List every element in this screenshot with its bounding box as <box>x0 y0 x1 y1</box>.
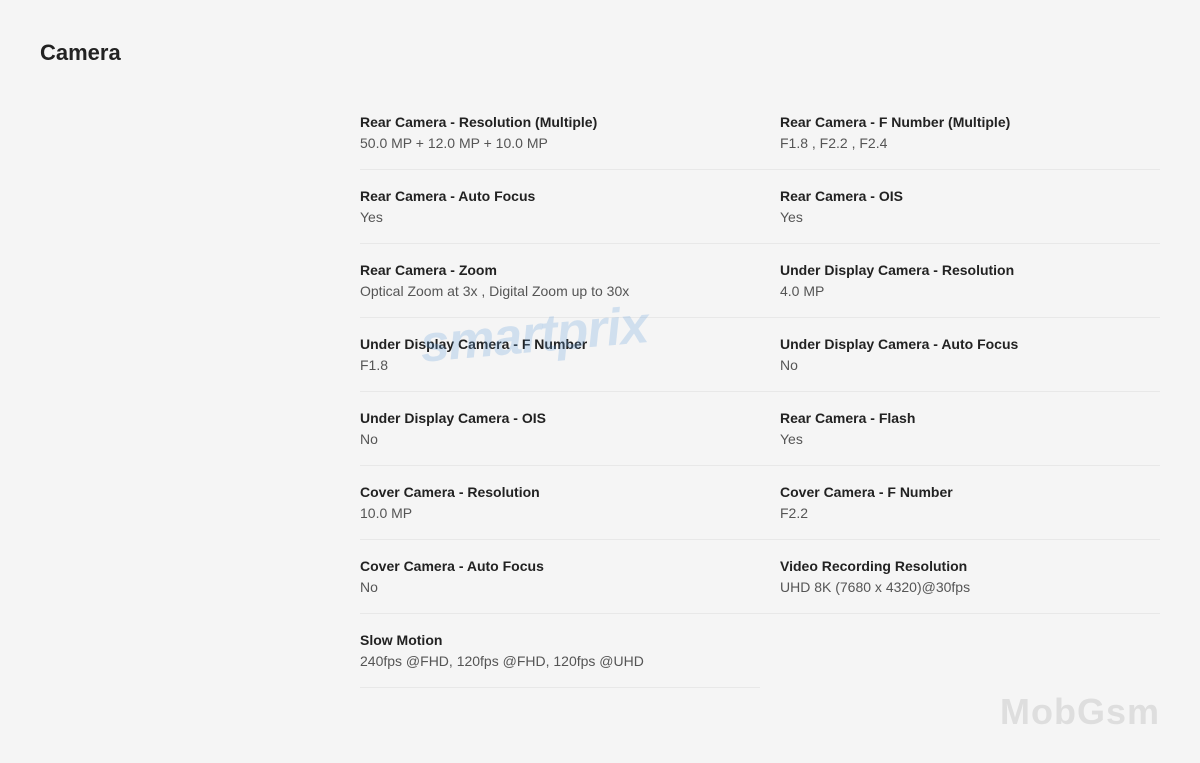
spec-label: Slow Motion <box>360 632 740 648</box>
spec-value: No <box>360 579 740 595</box>
spec-value: F1.8 <box>360 357 740 373</box>
spec-value: Optical Zoom at 3x , Digital Zoom up to … <box>360 283 740 299</box>
spec-label: Under Display Camera - Resolution <box>780 262 1140 278</box>
spec-item: Rear Camera - Flash Yes <box>760 392 1160 466</box>
spec-label: Video Recording Resolution <box>780 558 1140 574</box>
spec-label: Rear Camera - OIS <box>780 188 1140 204</box>
spec-label: Under Display Camera - Auto Focus <box>780 336 1140 352</box>
spec-item: Under Display Camera - Auto Focus No <box>760 318 1160 392</box>
watermark-mobgsm: MobGsm <box>1000 691 1160 733</box>
spec-value: No <box>780 357 1140 373</box>
spec-value: UHD 8K (7680 x 4320)@30fps <box>780 579 1140 595</box>
spec-value: F1.8 , F2.2 , F2.4 <box>780 135 1140 151</box>
spec-value: 50.0 MP + 12.0 MP + 10.0 MP <box>360 135 740 151</box>
spec-value: No <box>360 431 740 447</box>
spec-value: Yes <box>780 431 1140 447</box>
spec-value: 240fps @FHD, 120fps @FHD, 120fps @UHD <box>360 653 740 669</box>
spec-item: Cover Camera - Resolution 10.0 MP <box>360 466 760 540</box>
spec-label: Cover Camera - F Number <box>780 484 1140 500</box>
spec-label: Rear Camera - F Number (Multiple) <box>780 114 1140 130</box>
spec-value: 10.0 MP <box>360 505 740 521</box>
spec-item: Rear Camera - OIS Yes <box>760 170 1160 244</box>
spec-value: Yes <box>780 209 1140 225</box>
spec-item: Cover Camera - Auto Focus No <box>360 540 760 614</box>
spec-item: Under Display Camera - F Number F1.8 <box>360 318 760 392</box>
spec-label: Rear Camera - Zoom <box>360 262 740 278</box>
specs-grid: Rear Camera - Resolution (Multiple) 50.0 … <box>360 96 1160 688</box>
spec-value: Yes <box>360 209 740 225</box>
spec-item: Cover Camera - F Number F2.2 <box>760 466 1160 540</box>
spec-item: Under Display Camera - Resolution 4.0 MP <box>760 244 1160 318</box>
spec-item: Under Display Camera - OIS No <box>360 392 760 466</box>
section-title: Camera <box>40 40 1160 66</box>
spec-label: Rear Camera - Resolution (Multiple) <box>360 114 740 130</box>
spec-label: Rear Camera - Flash <box>780 410 1140 426</box>
spec-label: Rear Camera - Auto Focus <box>360 188 740 204</box>
spec-label: Cover Camera - Auto Focus <box>360 558 740 574</box>
spec-item: Video Recording Resolution UHD 8K (7680 x… <box>760 540 1160 614</box>
spec-value: F2.2 <box>780 505 1140 521</box>
spec-item: Slow Motion 240fps @FHD, 120fps @FHD, 120… <box>360 614 760 688</box>
spec-item: Rear Camera - Auto Focus Yes <box>360 170 760 244</box>
spec-item: Rear Camera - F Number (Multiple) F1.8 , … <box>760 96 1160 170</box>
spec-value: 4.0 MP <box>780 283 1140 299</box>
spec-label: Cover Camera - Resolution <box>360 484 740 500</box>
spec-item: Rear Camera - Zoom Optical Zoom at 3x , D… <box>360 244 760 318</box>
page: Camera Rear Camera - Resolution (Multipl… <box>0 0 1200 763</box>
spec-label: Under Display Camera - F Number <box>360 336 740 352</box>
spec-label: Under Display Camera - OIS <box>360 410 740 426</box>
spec-item: Rear Camera - Resolution (Multiple) 50.0 … <box>360 96 760 170</box>
